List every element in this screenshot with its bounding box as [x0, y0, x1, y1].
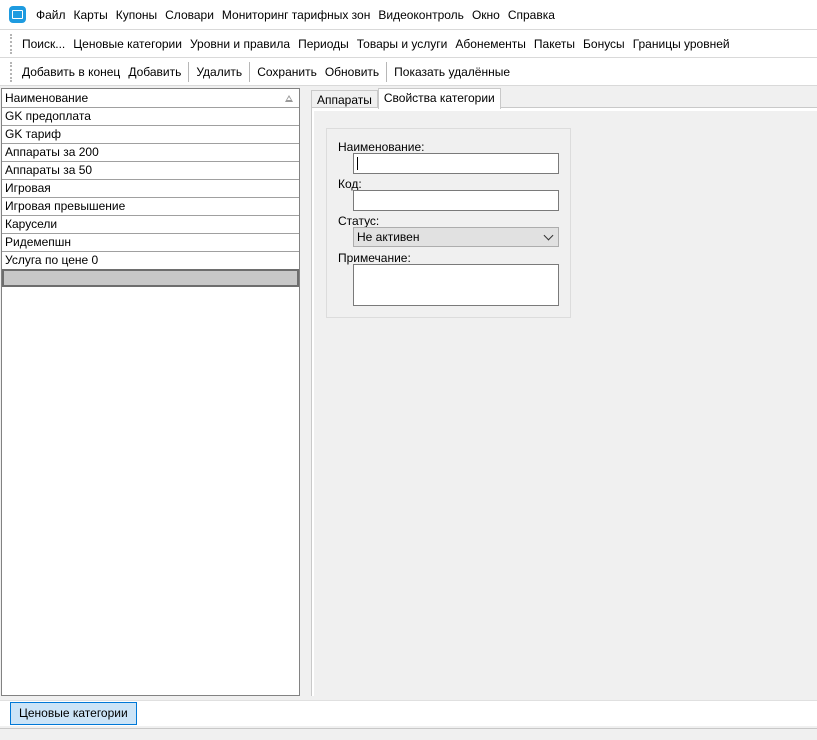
refresh-button[interactable]: Обновить — [321, 59, 383, 85]
status-bar — [0, 728, 817, 740]
menu-help[interactable]: Справка — [504, 0, 559, 30]
name-label: Наименование: — [338, 140, 425, 154]
goods-services-button[interactable]: Товары и услуги — [353, 31, 452, 57]
save-button[interactable]: Сохранить — [253, 59, 321, 85]
menu-cards[interactable]: Карты — [70, 0, 112, 30]
sort-ascending-icon — [285, 94, 293, 102]
code-field[interactable] — [353, 190, 559, 211]
window-tab-price-categories[interactable]: Ценовые категории — [10, 702, 137, 725]
toolbar-separator — [249, 61, 251, 82]
packages-button[interactable]: Пакеты — [530, 31, 579, 57]
column-header-name[interactable]: Наименование — [2, 89, 299, 107]
toolbar-grip[interactable] — [10, 33, 14, 54]
list-item[interactable]: GK тариф — [2, 125, 299, 143]
navigation-toolbar: Поиск... Ценовые категории Уровни и прав… — [0, 30, 817, 58]
subscriptions-button[interactable]: Абонементы — [451, 31, 530, 57]
window-taskbar: Ценовые категории — [0, 700, 817, 726]
menu-window[interactable]: Окно — [468, 0, 504, 30]
menu-tariff-zone-monitoring[interactable]: Мониторинг тарифных зон — [218, 0, 374, 30]
level-bounds-button[interactable]: Границы уровней — [629, 31, 734, 57]
list-item[interactable]: Аппараты за 200 — [2, 143, 299, 161]
status-value: Не активен — [357, 230, 420, 244]
toolbar-grip[interactable] — [10, 61, 14, 82]
price-categories-button[interactable]: Ценовые категории — [69, 31, 186, 57]
menu-coupons[interactable]: Купоны — [112, 0, 161, 30]
list-item-new-selected[interactable] — [2, 269, 299, 287]
levels-rules-button[interactable]: Уровни и правила — [186, 31, 294, 57]
periods-button[interactable]: Периоды — [294, 31, 353, 57]
toolbar-separator — [386, 61, 388, 82]
list-item[interactable]: Игровая превышение — [2, 197, 299, 215]
menu-video-control[interactable]: Видеоконтроль — [374, 0, 468, 30]
show-deleted-button[interactable]: Показать удалённые — [390, 59, 514, 85]
tab-content: Наименование: Код: Статус: Не активен Пр… — [311, 107, 817, 696]
details-panel: Аппараты Свойства категории Наименование… — [311, 88, 817, 696]
app-icon[interactable] — [9, 6, 26, 23]
status-select[interactable]: Не активен — [353, 227, 559, 247]
tab-page-body: Наименование: Код: Статус: Не активен Пр… — [314, 111, 817, 696]
tab-strip: Аппараты Свойства категории — [311, 88, 501, 109]
column-header-label: Наименование — [5, 91, 89, 105]
list-item[interactable]: Услуга по цене 0 — [2, 251, 299, 269]
code-label: Код: — [338, 177, 362, 191]
delete-button[interactable]: Удалить — [192, 59, 246, 85]
add-to-end-button[interactable]: Добавить в конец — [18, 59, 124, 85]
menu-bar: Файл Карты Купоны Словари Мониторинг тар… — [0, 0, 817, 30]
menu-dictionaries[interactable]: Словари — [161, 0, 218, 30]
action-toolbar: Добавить в конец Добавить Удалить Сохран… — [0, 58, 817, 86]
add-button[interactable]: Добавить — [124, 59, 185, 85]
chevron-down-icon — [543, 230, 554, 240]
text-caret — [357, 157, 358, 170]
note-field[interactable] — [353, 264, 559, 306]
menu-file[interactable]: Файл — [32, 0, 70, 30]
category-list[interactable]: Наименование GK предоплата GK тариф Аппа… — [1, 88, 300, 696]
category-properties-group: Наименование: Код: Статус: Не активен Пр… — [326, 128, 571, 318]
status-label: Статус: — [338, 214, 380, 228]
bonuses-button[interactable]: Бонусы — [579, 31, 629, 57]
list-item[interactable]: Аппараты за 50 — [2, 161, 299, 179]
note-label: Примечание: — [338, 251, 411, 265]
list-item[interactable]: Карусели — [2, 215, 299, 233]
name-field[interactable] — [353, 153, 559, 174]
list-item[interactable]: GK предоплата — [2, 107, 299, 125]
toolbar-separator — [188, 61, 190, 82]
list-item[interactable]: Игровая — [2, 179, 299, 197]
tab-category-properties[interactable]: Свойства категории — [377, 88, 501, 109]
list-item[interactable]: Ридемепшн — [2, 233, 299, 251]
search-button[interactable]: Поиск... — [18, 31, 69, 57]
